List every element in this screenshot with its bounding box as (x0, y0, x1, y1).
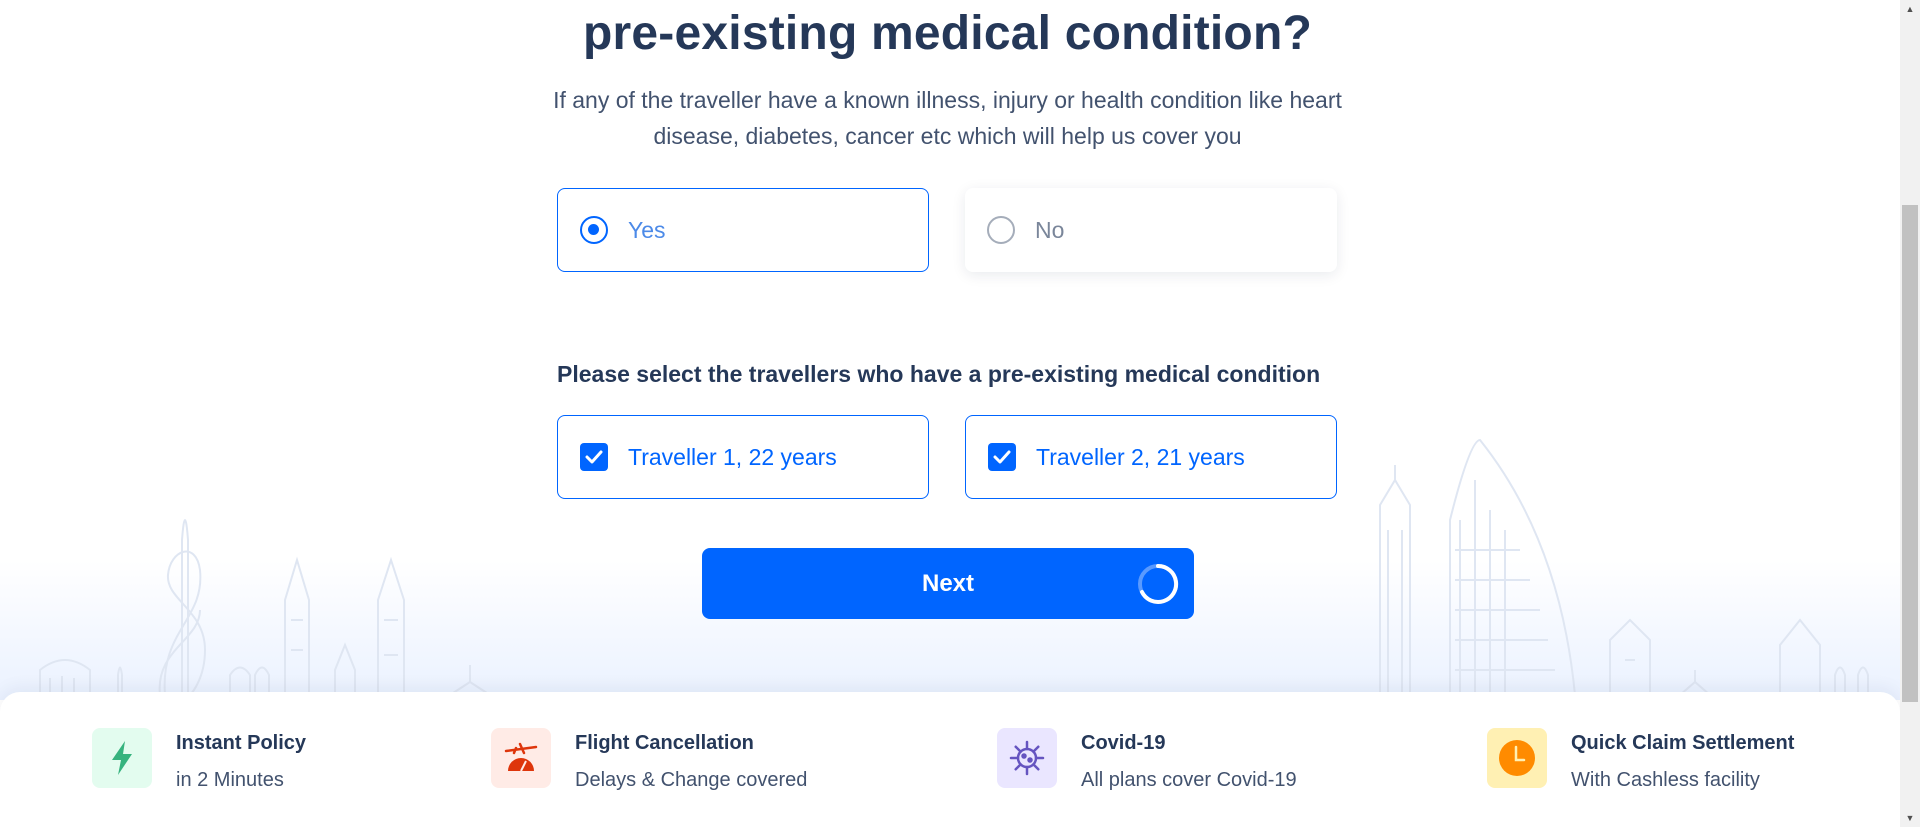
traveller-select-heading: Please select the travellers who have a … (557, 361, 1321, 387)
question-subtitle: If any of the traveller have a known ill… (553, 87, 1342, 149)
checkbox-checked-icon[interactable] (580, 443, 608, 471)
scroll-down-arrow-icon[interactable]: ▼ (1900, 809, 1920, 827)
feature-subtitle: With Cashless facility (1571, 769, 1760, 791)
feature-subtitle: Delays & Change covered (575, 769, 808, 791)
feature-title: Covid-19 (1081, 732, 1166, 754)
feature-instant-policy: Instant Policy in 2 Minutes (92, 728, 306, 792)
feature-covid: Covid-19 All plans cover Covid-19 (997, 728, 1297, 792)
feature-subtitle: in 2 Minutes (176, 769, 284, 791)
main-content: pre-existing medical condition? If any o… (0, 0, 1900, 690)
question-title: pre-existing medical condition? (583, 7, 1312, 60)
loading-spinner-icon (1138, 563, 1179, 604)
radio-unselected-icon[interactable] (987, 216, 1015, 244)
traveller-1-option[interactable]: Traveller 1, 22 years (557, 415, 929, 499)
vertical-scrollbar[interactable]: ▲ ▼ (1900, 0, 1920, 827)
feature-subtitle: All plans cover Covid-19 (1081, 769, 1297, 791)
traveller-2-label: Traveller 2, 21 years (1036, 443, 1245, 470)
checkbox-checked-icon[interactable] (988, 443, 1016, 471)
features-bar: Instant Policy in 2 Minutes Flight Cance… (0, 692, 1900, 827)
scroll-up-arrow-icon[interactable]: ▲ (1900, 0, 1920, 18)
option-no[interactable]: No (965, 188, 1337, 272)
flight-cancel-icon (491, 728, 551, 788)
virus-icon (997, 728, 1057, 788)
traveller-1-label: Traveller 1, 22 years (628, 443, 837, 470)
feature-flight-cancellation: Flight Cancellation Delays & Change cove… (491, 728, 807, 792)
radio-selected-icon[interactable] (580, 216, 608, 244)
option-yes-label: Yes (628, 216, 666, 243)
feature-quick-claim: Quick Claim Settlement With Cashless fac… (1487, 728, 1794, 792)
clock-icon (1487, 728, 1547, 788)
feature-title: Quick Claim Settlement (1571, 732, 1795, 754)
feature-title: Instant Policy (176, 732, 307, 754)
option-yes[interactable]: Yes (557, 188, 929, 272)
next-button-label: Next (921, 569, 975, 597)
option-no-label: No (1035, 216, 1065, 243)
next-button[interactable]: Next (702, 548, 1194, 619)
feature-title: Flight Cancellation (575, 732, 754, 754)
lightning-icon (92, 728, 152, 788)
traveller-2-option[interactable]: Traveller 2, 21 years (965, 415, 1337, 499)
scrollbar-thumb[interactable] (1902, 205, 1918, 702)
